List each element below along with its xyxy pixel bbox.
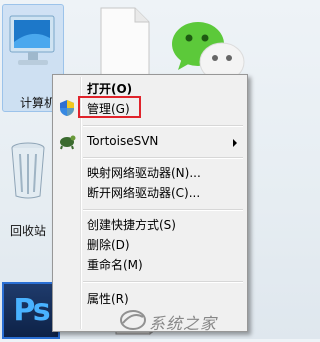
menu-item-map-drive[interactable]: 映射网络驱动器(N)... <box>83 163 243 183</box>
menu-item-rename[interactable]: 重命名(M) <box>83 255 243 275</box>
watermark: 系统之家 <box>119 307 249 333</box>
tortoisesvn-icon <box>58 132 76 150</box>
menu-item-tortoisesvn[interactable]: TortoiseSVN <box>83 131 243 151</box>
desktop: 计算机 回收站 Ps 打开(O) 管理(G) TortoiseSVN 映射网络驱… <box>0 0 257 339</box>
menu-separator <box>83 281 243 283</box>
menu-separator <box>83 209 243 211</box>
computer-icon[interactable] <box>6 14 60 76</box>
computer-icon-label: 计算机 <box>20 96 57 110</box>
watermark-logo-icon <box>120 310 146 330</box>
manage-highlight-box <box>78 96 141 118</box>
submenu-arrow-icon <box>233 139 237 147</box>
recycle-bin-label: 回收站 <box>10 224 47 238</box>
menu-separator <box>83 125 243 127</box>
menu-item-delete[interactable]: 删除(D) <box>83 235 243 255</box>
context-menu: 打开(O) 管理(G) TortoiseSVN 映射网络驱动器(N)... 断开… <box>52 74 248 332</box>
recycle-bin-icon[interactable] <box>8 140 48 202</box>
menu-item-properties[interactable]: 属性(R) <box>83 289 243 309</box>
watermark-text: 系统之家 <box>149 314 218 333</box>
shield-icon <box>58 99 76 117</box>
menu-item-create-shortcut[interactable]: 创建快捷方式(S) <box>83 215 243 235</box>
menu-separator <box>83 157 243 159</box>
menu-item-disconnect-drive[interactable]: 断开网络驱动器(C)... <box>83 183 243 203</box>
